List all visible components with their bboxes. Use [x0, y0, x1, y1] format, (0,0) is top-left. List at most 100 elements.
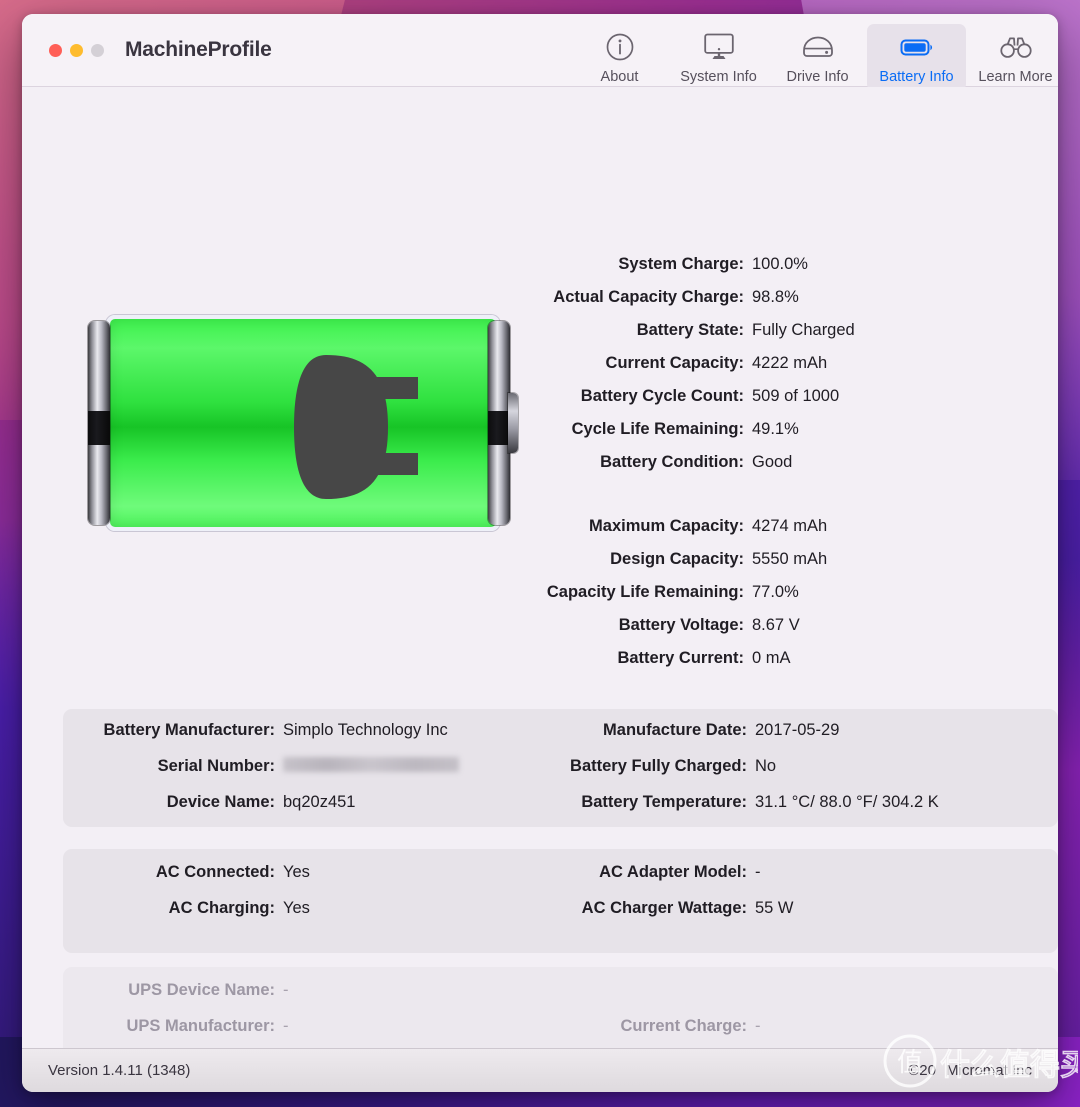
stat-value: 5550 mAh [752, 550, 828, 568]
field-label: AC Adapter Model: [599, 863, 747, 881]
ups-panel: UPS Device Name: - UPS Manufacturer: - C… [63, 967, 1058, 1048]
toolbar-item-label: System Info [680, 69, 757, 85]
toolbar-item-label: Learn More [978, 69, 1053, 85]
stat-row: Battery State: Fully Charged [22, 321, 1058, 354]
desktop-display-icon [703, 32, 735, 62]
stat-row: Battery Cycle Count: 509 of 1000 [22, 387, 1058, 420]
stat-label: Actual Capacity Charge: [553, 288, 744, 306]
battery-manufacturer-panel: Battery Manufacturer: Simplo Technology … [63, 709, 1058, 827]
field-value-redacted [275, 757, 535, 776]
stat-row: Battery Current: 0 mA [22, 649, 1058, 682]
field-value: Yes [283, 899, 310, 917]
app-window: MachineProfile About System Info Drive I… [22, 14, 1058, 1092]
field-value: Simplo Technology Inc [283, 721, 448, 739]
toolbar-item-list: About System Info Drive Info Battery Inf… [570, 24, 1058, 91]
field-label: Current Charge: [620, 1017, 747, 1035]
panel-row: AC Charging: Yes AC Charger Wattage: 55 … [63, 899, 1058, 935]
stat-label: Design Capacity: [610, 550, 744, 568]
stat-row: Capacity Life Remaining: 77.0% [22, 583, 1058, 616]
stat-value: 49.1% [752, 420, 799, 438]
field-value: No [755, 757, 777, 775]
hard-drive-icon [801, 32, 835, 62]
stat-label: Current Capacity: [605, 354, 744, 372]
field-label: AC Connected: [155, 863, 275, 881]
stat-row: System Charge: 100.0% [22, 255, 1058, 288]
redaction-blur [283, 757, 459, 772]
stat-row: Cycle Life Remaining: 49.1% [22, 420, 1058, 453]
stat-label: Battery State: [636, 321, 744, 339]
field-value: - [283, 1017, 289, 1035]
stat-row: Battery Condition: Good [22, 453, 1058, 486]
battery-primary-stats: System Charge: 100.0% Actual Capacity Ch… [22, 255, 1058, 486]
field-label: Battery Manufacturer: [103, 721, 275, 739]
stat-label: Battery Cycle Count: [580, 387, 744, 405]
copyright-label: ©20 Micromat Inc [908, 1062, 1032, 1079]
stat-value: 0 mA [752, 649, 791, 667]
stat-label: Cycle Life Remaining: [571, 420, 744, 438]
field-value: - [283, 981, 289, 999]
field-label: AC Charger Wattage: [581, 899, 747, 917]
binoculars-icon [998, 32, 1034, 62]
stat-value: 77.0% [752, 583, 799, 601]
zoom-window-button[interactable] [91, 43, 104, 57]
stat-label: Battery Condition: [600, 453, 744, 471]
stat-value: 100.0% [752, 255, 808, 273]
stat-label: Maximum Capacity: [589, 517, 744, 535]
battery-icon [899, 32, 935, 62]
toolbar-item-label: Battery Info [879, 69, 954, 85]
stat-row: Battery Voltage: 8.67 V [22, 616, 1058, 649]
stat-value: 8.67 V [752, 616, 800, 634]
field-value: 31.1 °C/ 88.0 °F/ 304.2 K [755, 793, 939, 811]
stat-row: Current Capacity: 4222 mAh [22, 354, 1058, 387]
traffic-light-group [49, 43, 104, 57]
stat-value: 4274 mAh [752, 517, 828, 535]
stat-label: Battery Current: [617, 649, 744, 667]
field-value: bq20z451 [283, 793, 356, 811]
toolbar-item-learn-more[interactable]: Learn More [966, 24, 1058, 91]
field-label: UPS Manufacturer: [126, 1017, 275, 1035]
close-window-button[interactable] [49, 43, 62, 57]
panel-row: AC Connected: Yes AC Adapter Model: - [63, 863, 1058, 899]
battery-info-content: System Charge: 100.0% Actual Capacity Ch… [22, 87, 1058, 1048]
field-label: Battery Temperature: [581, 793, 747, 811]
field-label: Serial Number: [157, 757, 275, 775]
toolbar-item-system-info[interactable]: System Info [669, 24, 768, 91]
window-toolbar: MachineProfile About System Info Drive I… [22, 14, 1058, 91]
panel-row: Battery Manufacturer: Simplo Technology … [63, 721, 1058, 757]
minimize-window-button[interactable] [70, 43, 83, 57]
field-value: 2017-05-29 [755, 721, 840, 739]
field-value: Yes [283, 863, 310, 881]
field-label: Manufacture Date: [603, 721, 747, 739]
toolbar-item-drive-info[interactable]: Drive Info [768, 24, 867, 91]
stat-value: Good [752, 453, 793, 471]
toolbar-item-battery-info[interactable]: Battery Info [867, 24, 966, 91]
window-title: MachineProfile [125, 38, 272, 61]
stat-label: Capacity Life Remaining: [546, 583, 744, 601]
field-label: Battery Fully Charged: [570, 757, 747, 775]
ac-power-panel: AC Connected: Yes AC Adapter Model: - AC… [63, 849, 1058, 953]
stat-label: Battery Voltage: [618, 616, 744, 634]
panel-row: UPS Manufacturer: - Current Charge: - [63, 1017, 1058, 1048]
app-version-label: Version 1.4.11 (1348) [48, 1062, 191, 1079]
status-bar: Version 1.4.11 (1348) ©20 Micromat Inc [22, 1048, 1058, 1092]
battery-secondary-stats: Maximum Capacity: 4274 mAh Design Capaci… [22, 517, 1058, 682]
stat-row: Actual Capacity Charge: 98.8% [22, 288, 1058, 321]
panel-row: Serial Number: Battery Fully Charged: No [63, 757, 1058, 793]
field-label: Device Name: [166, 793, 275, 811]
stat-value: Fully Charged [752, 321, 855, 339]
toolbar-item-about[interactable]: About [570, 24, 669, 91]
panel-row: UPS Device Name: - [63, 981, 1058, 1017]
field-value: - [755, 863, 761, 881]
stat-row: Maximum Capacity: 4274 mAh [22, 517, 1058, 550]
stat-value: 4222 mAh [752, 354, 828, 372]
stat-label: System Charge: [618, 255, 744, 273]
field-value: 55 W [755, 899, 794, 917]
info-circle-icon [605, 32, 635, 62]
field-label: AC Charging: [168, 899, 275, 917]
stat-value: 98.8% [752, 288, 799, 306]
toolbar-item-label: Drive Info [786, 69, 849, 85]
panel-row: Device Name: bq20z451 Battery Temperatur… [63, 793, 1058, 829]
field-label: UPS Device Name: [128, 981, 275, 999]
field-value: - [755, 1017, 761, 1035]
stat-value: 509 of 1000 [752, 387, 840, 405]
